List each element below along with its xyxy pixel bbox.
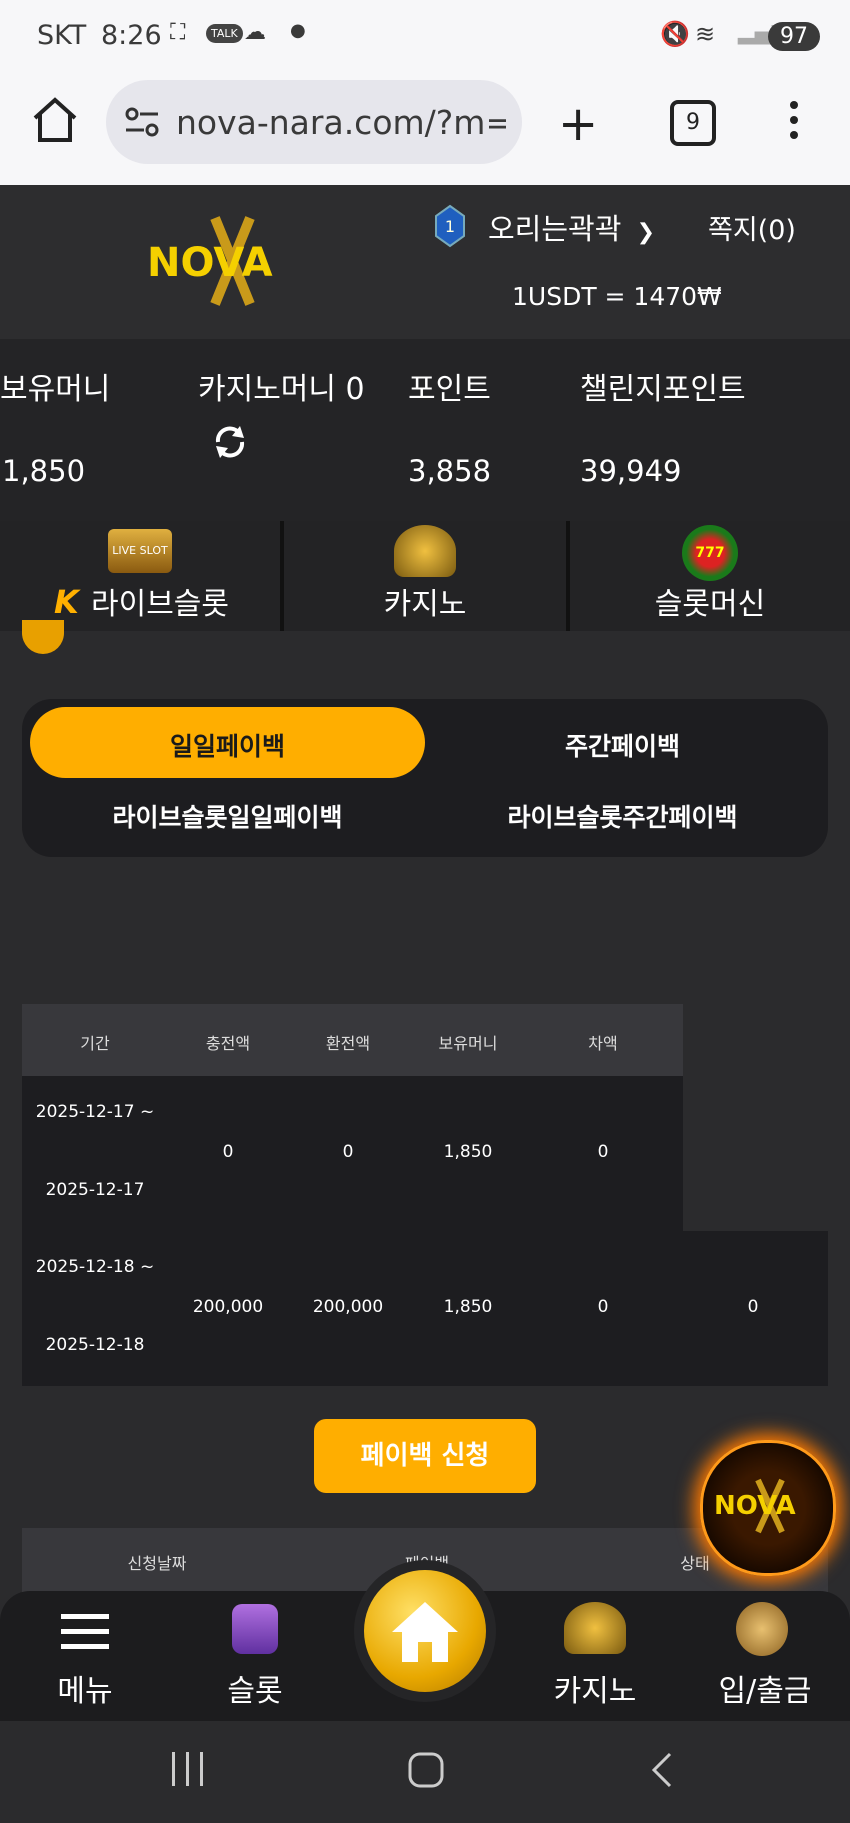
messages-link[interactable]: 쪽지(0) bbox=[708, 208, 796, 247]
svg-text:NOVA: NOVA bbox=[714, 1491, 796, 1521]
site-settings-icon[interactable] bbox=[124, 106, 160, 142]
nav-menu[interactable]: 메뉴 bbox=[20, 1666, 150, 1710]
table-row: 2025-12-18 ~ 2025-12-18 200,000 200,000 … bbox=[22, 1231, 828, 1386]
tab-slot-machine[interactable]: 777 슬롯머신 bbox=[570, 521, 850, 631]
carrier-label: SKT bbox=[37, 20, 87, 51]
live-slot-icon: LIVE SLOT bbox=[108, 529, 172, 573]
home-icon bbox=[392, 1602, 458, 1662]
section-icon bbox=[22, 620, 64, 654]
username-dropdown[interactable]: 오리는곽곽 ❯ bbox=[488, 206, 655, 248]
challenge-point-value: 39,949 bbox=[580, 454, 682, 488]
col-balance: 보유머니 bbox=[438, 1034, 498, 1053]
challenge-point-label: 챌린지포인트 bbox=[580, 372, 746, 407]
casino-crown-icon[interactable] bbox=[564, 1602, 626, 1654]
more-menu-icon[interactable] bbox=[788, 100, 800, 144]
mute-icon: 🔇 bbox=[660, 20, 690, 48]
level-badge-icon: 1 bbox=[434, 204, 466, 252]
slots-777-icon: 777 bbox=[682, 525, 738, 581]
home-nav-icon[interactable] bbox=[408, 1752, 444, 1792]
talk-icon: TALK bbox=[206, 24, 243, 43]
new-tab-icon[interactable]: + bbox=[558, 96, 598, 152]
apply-payback-button[interactable]: 페이백 신청 bbox=[314, 1419, 536, 1493]
floating-nova-button[interactable]: NOVA bbox=[700, 1440, 836, 1576]
home-button[interactable] bbox=[364, 1570, 486, 1692]
table-row: 2025-12-17 ~ 2025-12-17 0 0 1,850 0 bbox=[22, 1076, 683, 1231]
home-icon[interactable] bbox=[30, 96, 80, 148]
coins-icon[interactable] bbox=[736, 1602, 788, 1656]
point-value: 3,858 bbox=[408, 454, 492, 488]
tab-count-button[interactable]: 9 bbox=[670, 100, 716, 146]
nova-logo[interactable]: NOVA bbox=[145, 214, 320, 312]
cloud-icon: ☁ bbox=[244, 20, 266, 45]
tab-weekly-payback[interactable]: 주간페이백 bbox=[425, 727, 820, 763]
tab-live-slot[interactable]: LIVE SLOT K 라이브슬롯 bbox=[0, 521, 280, 631]
back-icon[interactable] bbox=[650, 1752, 674, 1792]
nova-logo-text: NOVA bbox=[147, 240, 273, 286]
recent-apps-icon[interactable] bbox=[170, 1752, 206, 1790]
wifi-icon: ≋ bbox=[695, 20, 716, 48]
nav-deposit-withdraw[interactable]: 입/출금 bbox=[700, 1666, 830, 1710]
battery-indicator: 97 bbox=[768, 22, 820, 51]
nav-casino[interactable]: 카지노 bbox=[530, 1666, 660, 1710]
casino-crown-icon bbox=[394, 525, 456, 577]
url-text[interactable]: nova-nara.com/?m= bbox=[176, 103, 506, 142]
balance-label: 보유머니 bbox=[0, 372, 111, 407]
col-apply-date: 신청날짜 bbox=[127, 1554, 187, 1573]
tab-daily-payback[interactable]: 일일페이백 bbox=[30, 727, 425, 763]
col-deposit: 충전액 bbox=[205, 1034, 251, 1053]
menu-icon[interactable] bbox=[61, 1612, 109, 1656]
dot-icon: ● bbox=[290, 20, 306, 41]
casino-money-label: 카지노머니 0 bbox=[198, 372, 365, 407]
svg-text:1: 1 bbox=[445, 217, 455, 236]
username[interactable]: 오리는곽곽 bbox=[488, 212, 621, 246]
slot-machine-icon[interactable] bbox=[232, 1604, 278, 1654]
exchange-rate: 1USDT = 1470₩ bbox=[512, 282, 722, 311]
point-label: 포인트 bbox=[408, 372, 491, 407]
table-header: 기간 충전액 환전액 보유머니 차액 bbox=[22, 1004, 683, 1076]
clock: 8:26 bbox=[101, 20, 162, 51]
tab-live-slot-weekly-payback[interactable]: 라이브슬롯주간페이백 bbox=[425, 798, 820, 834]
game-category-tabs: LIVE SLOT K 라이브슬롯 카지노 777 슬롯머신 bbox=[0, 521, 850, 631]
screenshot-icon: ⛶ bbox=[170, 20, 186, 45]
nav-slot[interactable]: 슬롯 bbox=[190, 1666, 320, 1710]
tab-casino[interactable]: 카지노 bbox=[284, 521, 566, 631]
col-diff: 차액 bbox=[588, 1034, 618, 1053]
chevron-down-icon[interactable]: ❯ bbox=[637, 220, 655, 245]
col-withdraw: 환전액 bbox=[325, 1034, 371, 1053]
status-bar: SKT 8:26 ⛶ TALK ☁ ● 🔇 ≋ ▂▄▆ 97 bbox=[0, 0, 850, 75]
tab-live-slot-daily-payback[interactable]: 라이브슬롯일일페이백 bbox=[30, 798, 425, 834]
col-period: 기간 bbox=[80, 1034, 110, 1053]
balance-value: 1,850 bbox=[2, 454, 86, 488]
refresh-icon[interactable] bbox=[212, 424, 248, 464]
